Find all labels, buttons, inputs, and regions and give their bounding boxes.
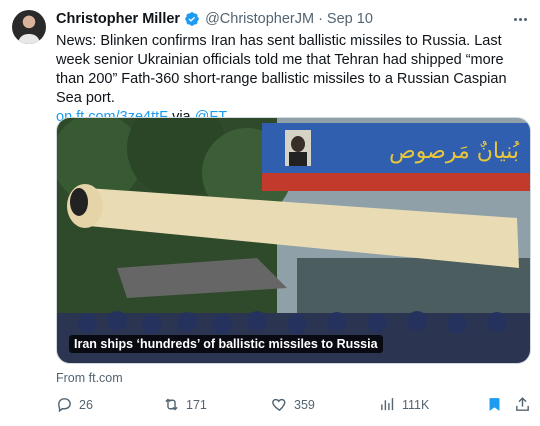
view-count: 111K (402, 397, 430, 412)
tweet-date[interactable]: Sep 10 (327, 11, 373, 27)
heart-icon (272, 398, 286, 412)
share-icon (516, 397, 529, 411)
author-handle[interactable]: @ChristopherJM (205, 11, 314, 27)
tweet-header: Christopher Miller @ChristopherJM · Sep … (56, 9, 530, 29)
views-button[interactable]: 111K (379, 396, 429, 413)
tweet-actions: 26 171 359 111K (56, 396, 532, 416)
link-card[interactable]: بُنیانٌ مَرصوص Iran ships ‘hundreds’ of … (56, 117, 531, 364)
author-avatar[interactable] (12, 10, 46, 44)
verified-badge-icon (185, 12, 199, 26)
repost-count: 171 (186, 397, 207, 412)
reply-count: 26 (79, 397, 93, 412)
repost-icon (165, 398, 178, 411)
card-source[interactable]: From ft.com (56, 371, 123, 385)
share-button[interactable] (514, 396, 531, 413)
views-chart-icon (381, 398, 394, 411)
like-count: 359 (294, 397, 315, 412)
avatar-shirt (18, 34, 40, 44)
like-button[interactable]: 359 (271, 396, 315, 413)
reply-button[interactable]: 26 (56, 396, 93, 413)
reply-icon (58, 398, 71, 413)
bookmark-icon (489, 398, 500, 411)
tweet-body: News: Blinken confirms Iran has sent bal… (56, 33, 507, 106)
repost-button[interactable]: 171 (163, 396, 207, 413)
separator-dot: · (318, 11, 323, 27)
more-options-icon[interactable] (510, 10, 530, 28)
author-name[interactable]: Christopher Miller (56, 11, 180, 27)
bookmark-button[interactable] (486, 396, 503, 413)
image-caption: Iran ships ‘hundreds’ of ballistic missi… (69, 335, 383, 353)
card-image[interactable]: بُنیانٌ مَرصوص (57, 118, 531, 364)
banner-text: بُنیانٌ مَرصوص (389, 139, 519, 164)
tweet-text: News: Blinken confirms Iran has sent bal… (56, 32, 532, 127)
